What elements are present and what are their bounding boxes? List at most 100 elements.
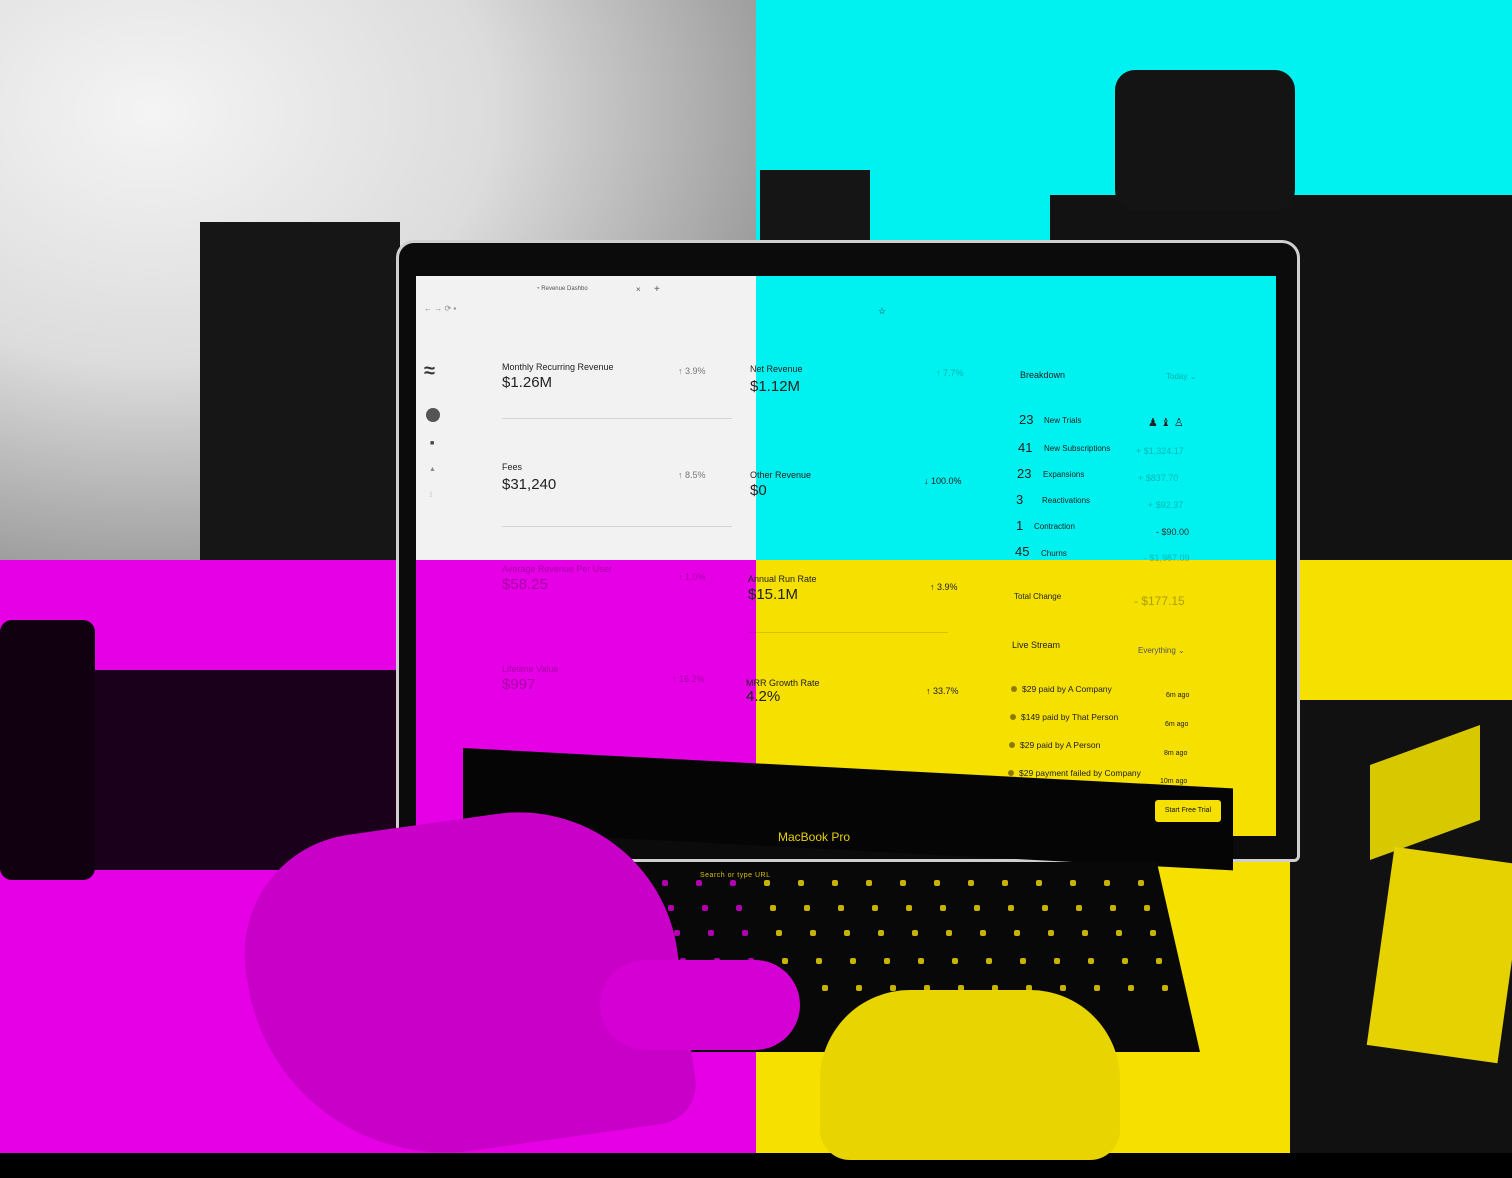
metric-sparkline xyxy=(748,632,948,633)
metric-label: Lifetime Value xyxy=(502,664,559,674)
keyboard-key xyxy=(850,958,856,964)
keyboard-key xyxy=(816,958,822,964)
metric-change: ↑ 16.2% xyxy=(672,674,705,684)
keyboard-key xyxy=(1020,958,1026,964)
keyboard-key xyxy=(1094,985,1100,991)
live-stream-filter-select[interactable]: Everything ⌄ xyxy=(1138,646,1185,655)
keyboard-key xyxy=(742,930,748,936)
keyboard-key xyxy=(912,930,918,936)
metric-sparkline xyxy=(502,418,732,419)
keyboard-key xyxy=(1104,880,1110,886)
metric-value: 4.2% xyxy=(746,688,781,705)
keyboard-key xyxy=(702,905,708,911)
keyboard-key xyxy=(1060,985,1066,991)
keyboard-key xyxy=(1014,930,1020,936)
keyboard-key xyxy=(764,880,770,886)
status-dot-icon xyxy=(1009,742,1015,748)
keyboard-key xyxy=(918,958,924,964)
keyboard-key xyxy=(1088,958,1094,964)
keyboard-key xyxy=(804,905,810,911)
keyboard-key xyxy=(810,930,816,936)
logo-icon: ≈ xyxy=(424,360,435,382)
metric-value: $1.12M xyxy=(750,378,801,395)
breakdown-title: Breakdown xyxy=(1020,370,1066,380)
sidebar-dashboard-icon[interactable] xyxy=(426,408,440,422)
tab-close-icon[interactable]: × xyxy=(636,285,641,294)
keyboard-key xyxy=(844,930,850,936)
metric-value: $58.25 xyxy=(502,576,548,593)
sidebar-user-icon[interactable]: ⁞ xyxy=(430,492,432,499)
metric-change: ↑ 8.5% xyxy=(678,470,706,480)
start-free-trial-button[interactable]: Start Free Trial xyxy=(1155,800,1221,822)
keyboard-key xyxy=(1002,880,1008,886)
keyboard-key xyxy=(1128,985,1134,991)
right-hand xyxy=(820,990,1120,1160)
keyboard-key xyxy=(838,905,844,911)
keyboard-key xyxy=(974,905,980,911)
keyboard-key xyxy=(798,880,804,886)
metric-change: ↑ 3.9% xyxy=(930,582,958,592)
metric-label: Monthly Recurring Revenue xyxy=(502,362,614,372)
keyboard-key xyxy=(1116,930,1122,936)
keyboard-key xyxy=(872,905,878,911)
background-cup xyxy=(1115,70,1295,210)
keyboard-key xyxy=(736,905,742,911)
status-dot-icon xyxy=(1010,714,1016,720)
keyboard-key xyxy=(730,880,736,886)
background-jar xyxy=(0,620,95,880)
keyboard-key xyxy=(952,958,958,964)
metric-label: MRR Growth Rate xyxy=(746,678,820,688)
metric-label: Net Revenue xyxy=(750,364,803,374)
keyboard-key xyxy=(1054,958,1060,964)
metric-sparkline xyxy=(502,526,732,527)
keyboard-key xyxy=(1042,905,1048,911)
keyboard-key xyxy=(668,905,674,911)
metric-change: ↓ 100.0% xyxy=(924,476,962,486)
metric-label: Fees xyxy=(502,462,523,472)
keyboard-key xyxy=(696,880,702,886)
metric-value: $15.1M xyxy=(748,586,799,603)
breakdown-period-select[interactable]: Today ⌄ xyxy=(1166,372,1196,381)
keyboard-key xyxy=(1150,930,1156,936)
bookmark-icon[interactable]: ☆ xyxy=(878,306,886,317)
keyboard-key xyxy=(1156,958,1162,964)
laptop-brand-label: MacBook Pro xyxy=(778,830,851,844)
sidebar-chart-icon[interactable]: ▲ xyxy=(429,466,436,473)
keyboard-key xyxy=(1076,905,1082,911)
keyboard-key xyxy=(1162,985,1168,991)
nav-back-icon[interactable]: ← → ⟳ ▪ xyxy=(424,304,456,313)
keyboard-key xyxy=(1036,880,1042,886)
keyboard-key xyxy=(822,985,828,991)
browser-tab[interactable]: ◔ Revenue Dashbo xyxy=(536,286,588,292)
metric-change: ↑ 33.7% xyxy=(926,686,959,696)
keyboard-key xyxy=(980,930,986,936)
keyboard-key xyxy=(878,930,884,936)
keyboard-key xyxy=(708,930,714,936)
keyboard-key xyxy=(1138,880,1144,886)
keyboard-key xyxy=(866,880,872,886)
keyboard-key xyxy=(1110,905,1116,911)
left-hand-finger xyxy=(600,960,800,1050)
keyboard-key xyxy=(782,958,788,964)
metric-label: Annual Run Rate xyxy=(748,574,817,584)
background-box xyxy=(760,170,870,240)
keyboard-key xyxy=(832,880,838,886)
metric-label: Average Revenue Per User xyxy=(502,564,612,574)
status-dot-icon xyxy=(1008,770,1014,776)
keyboard-key xyxy=(1008,905,1014,911)
new-tab-button[interactable]: + xyxy=(654,284,660,295)
keyboard-key xyxy=(674,930,680,936)
keyboard-key xyxy=(934,880,940,886)
keyboard-key xyxy=(776,930,782,936)
keyboard-key xyxy=(940,905,946,911)
metric-value: $997 xyxy=(502,676,536,693)
keyboard-key xyxy=(1082,930,1088,936)
live-stream-title: Live Stream xyxy=(1012,640,1061,650)
metric-label: Other Revenue xyxy=(750,470,812,480)
keyboard-key xyxy=(884,958,890,964)
metric-change: ↑ 7.7% xyxy=(936,368,964,378)
breakdown-icons: ♟ ♝ ♙ xyxy=(1148,417,1184,429)
keyboard-key xyxy=(906,905,912,911)
sidebar-cart-icon[interactable]: ■ xyxy=(430,440,434,447)
metric-change: ↑ 1.0% xyxy=(678,572,706,582)
